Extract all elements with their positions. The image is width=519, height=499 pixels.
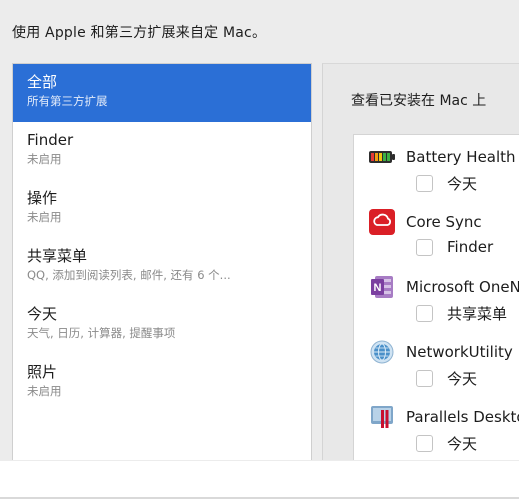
category-item-photos[interactable]: 照片 未启用 <box>13 354 311 412</box>
extension-enable-checkbox[interactable] <box>416 435 433 452</box>
category-title: 今天 <box>27 305 58 323</box>
extension-location: Finder <box>447 238 494 256</box>
svg-text:N: N <box>374 282 382 294</box>
page-header: 使用 Apple 和第三方扩展来自定 Mac。 <box>12 25 267 41</box>
extensions-panel: 查看已安装在 Mac 上 Battery Health 今天 Core Sync… <box>322 63 519 460</box>
extension-item-core-sync: Core Sync Finder <box>354 200 519 265</box>
creative-cloud-icon <box>368 208 396 236</box>
extension-location: 今天 <box>447 175 478 193</box>
extension-enable-checkbox[interactable] <box>416 238 433 256</box>
category-title: 共享菜单 <box>27 247 88 265</box>
extension-name: Battery Health <box>406 148 516 166</box>
category-subtitle: 未启用 <box>27 384 62 398</box>
extension-item-battery-health: Battery Health 今天 <box>354 135 519 200</box>
network-globe-icon <box>368 338 396 366</box>
battery-icon <box>368 143 396 171</box>
category-title: 操作 <box>27 189 58 207</box>
category-item-all[interactable]: 全部 所有第三方扩展 <box>13 64 311 122</box>
extension-item-parallels-desktop: Parallels Desktop 今天 <box>354 395 519 460</box>
category-item-share-menu[interactable]: 共享菜单 QQ, 添加到阅读列表, 邮件, 还有 6 个... <box>13 238 311 296</box>
bottom-bar <box>0 461 519 499</box>
parallels-icon <box>368 403 396 431</box>
extension-list: Battery Health 今天 Core Sync Finder N Mic… <box>353 134 519 460</box>
extension-enable-checkbox[interactable] <box>416 305 433 322</box>
category-item-actions[interactable]: 操作 未启用 <box>13 180 311 238</box>
extension-name: Microsoft OneNote <box>406 278 519 296</box>
extension-name: Core Sync <box>406 213 482 231</box>
category-title: Finder <box>27 131 74 149</box>
onenote-icon: N <box>368 273 396 301</box>
category-subtitle: QQ, 添加到阅读列表, 邮件, 还有 6 个... <box>27 268 231 282</box>
extension-location: 今天 <box>447 370 478 388</box>
extension-item-microsoft-onenote: N Microsoft OneNote 共享菜单 <box>354 265 519 330</box>
extension-name: Parallels Desktop <box>406 408 519 426</box>
category-subtitle: 未启用 <box>27 210 62 224</box>
extension-enable-checkbox[interactable] <box>416 370 433 387</box>
extensions-panel-title: 查看已安装在 Mac 上 <box>351 93 487 109</box>
category-subtitle: 天气, 日历, 计算器, 提醒事项 <box>27 326 176 340</box>
extension-item-networkutility: NetworkUtility 今天 <box>354 330 519 395</box>
category-subtitle: 所有第三方扩展 <box>27 94 108 108</box>
extension-location: 共享菜单 <box>447 305 508 323</box>
extension-name: NetworkUtility <box>406 343 513 361</box>
category-title: 全部 <box>27 73 58 91</box>
category-subtitle: 未启用 <box>27 152 62 166</box>
extension-enable-checkbox[interactable] <box>416 175 433 192</box>
category-item-today[interactable]: 今天 天气, 日历, 计算器, 提醒事项 <box>13 296 311 354</box>
extension-location: 今天 <box>447 435 478 453</box>
category-list: 全部 所有第三方扩展 Finder 未启用 操作 未启用 共享菜单 QQ, 添加… <box>12 63 312 460</box>
category-title: 照片 <box>27 363 58 381</box>
category-item-finder[interactable]: Finder 未启用 <box>13 122 311 180</box>
